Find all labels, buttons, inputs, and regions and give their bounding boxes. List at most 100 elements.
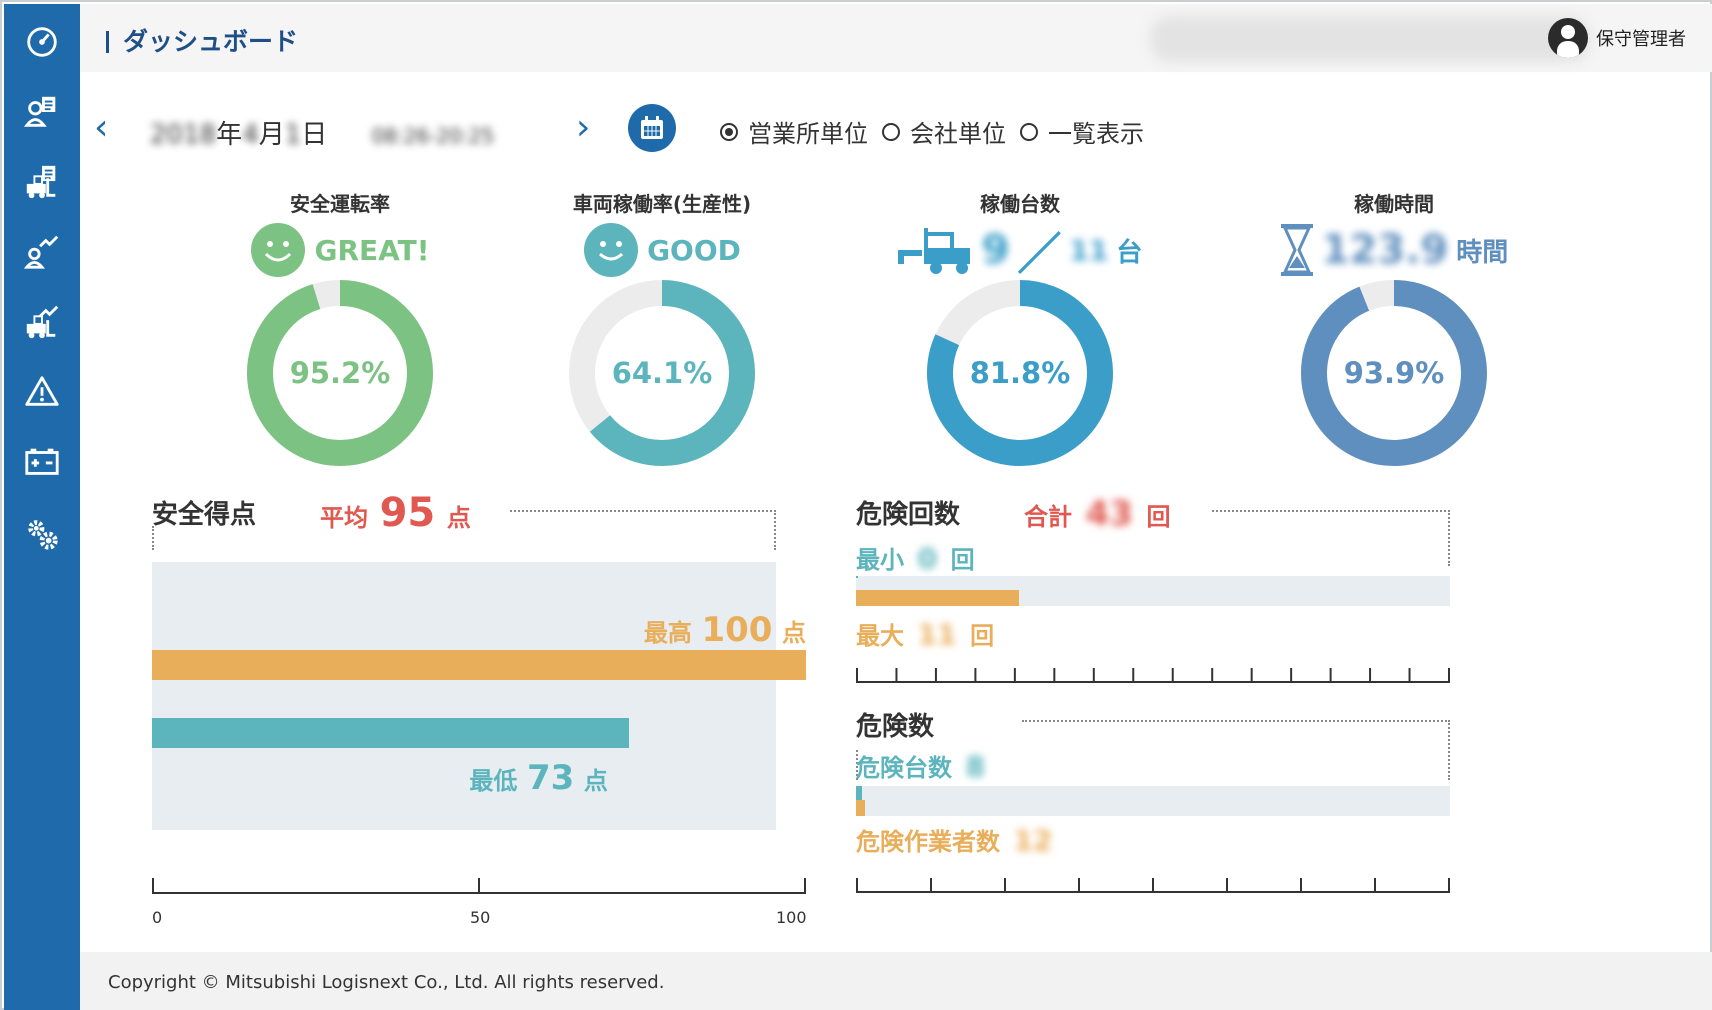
- smile-icon: [584, 223, 639, 277]
- danger-units-label: 危険台数 8: [856, 748, 993, 783]
- sidebar-item-vehicle-report[interactable]: [4, 152, 80, 212]
- warning-icon: [25, 376, 59, 406]
- danger-total-label: 合計: [1024, 503, 1072, 531]
- danger-units-value: 8: [965, 750, 986, 783]
- vehicle-trend-icon: [26, 305, 59, 339]
- donut-units: 81.8%: [925, 278, 1115, 468]
- calendar-button[interactable]: [628, 104, 676, 152]
- radio-list[interactable]: 一覧表示: [1020, 114, 1144, 149]
- calendar-icon: [641, 116, 663, 139]
- kpi-units-unit: 台: [1116, 237, 1143, 268]
- danger-max-unit: 回: [970, 622, 995, 650]
- score-title: 安全得点: [152, 500, 257, 530]
- forklift-icon: [897, 228, 970, 274]
- app-frame: ダッシュボード 保守管理者 ‹ 2018年4月1日 08:26-20:25 › …: [0, 0, 1712, 1010]
- danger-max-value: 11: [917, 618, 957, 651]
- danger-workers-text: 危険作業者数: [856, 828, 1000, 856]
- score-max-bar: [152, 650, 806, 680]
- score-min-text: 最低: [469, 767, 518, 795]
- score-dotted-line-right: [774, 510, 776, 550]
- danger-count-total: 合計 43 回: [1024, 494, 1170, 534]
- sidebar-item-vehicle-trend[interactable]: [4, 292, 80, 352]
- kpi-hours-value: 123.9: [1321, 227, 1449, 273]
- score-max-value: 100: [701, 610, 773, 650]
- score-avg-value: 95: [379, 490, 436, 536]
- kpi-safety-grade: GREAT!: [314, 233, 430, 267]
- score-axis-tick: [152, 878, 154, 894]
- donut-hours-value: 93.9%: [1343, 356, 1445, 390]
- prev-day-button[interactable]: ‹: [94, 110, 108, 146]
- donut-utilization-value: 64.1%: [611, 356, 713, 390]
- kpi-utilization-title: 車両稼働率(生産性): [572, 192, 752, 216]
- donut-hours: 93.9%: [1299, 278, 1489, 468]
- danger-count-track: [856, 576, 1450, 606]
- kpi-units-title: 稼働台数: [980, 192, 1060, 216]
- danger-total-value: 43: [1085, 494, 1133, 534]
- kpi-hours: 稼働時間 123.9 時間 93.9%: [1254, 188, 1534, 466]
- donut-units-value: 81.8%: [969, 356, 1071, 390]
- radio-company[interactable]: 会社単位: [882, 114, 1006, 149]
- score-track: 最高 100 点 最低 73 点: [152, 562, 806, 830]
- danger-min-unit: 回: [950, 546, 975, 574]
- score-axis-label-0: 0: [152, 908, 163, 927]
- vehicle-report-icon: [26, 165, 56, 199]
- sidebar-item-alerts[interactable]: [4, 362, 80, 422]
- battery-icon: [25, 448, 59, 475]
- danger-total-unit: 回: [1146, 503, 1171, 531]
- danger-min-value: 0: [917, 542, 938, 575]
- score-avg-unit: 点: [446, 504, 471, 532]
- danger-workers-label: 危険作業者数 12: [856, 822, 1061, 857]
- score-min-label: 最低 73 点: [469, 758, 607, 798]
- sidebar-item-driver-report[interactable]: [4, 82, 80, 142]
- date-display: 2018年4月1日 08:26-20:25: [150, 114, 494, 151]
- score-avg-label: 平均: [320, 504, 368, 532]
- danger-max-label: 最大 11 回: [856, 616, 994, 651]
- danger-number-axis: [856, 878, 1450, 893]
- driver-trend-icon: [23, 235, 59, 269]
- blurred-header-info: [1150, 16, 1590, 62]
- danger-count-dotted-right: [1448, 510, 1450, 566]
- date-month: 4: [242, 120, 259, 150]
- kpi-safety-title: 安全運転率: [290, 192, 390, 216]
- radio-company-label: 会社単位: [910, 120, 1006, 148]
- danger-min-text: 最小: [856, 546, 904, 574]
- danger-workers-bar: [856, 800, 865, 816]
- radio-office[interactable]: 営業所単位: [720, 114, 868, 149]
- date-bar: ‹ 2018年4月1日 08:26-20:25 › 営業所単位 会社単位 一覧表…: [80, 100, 1180, 160]
- donut-safety-value: 95.2%: [289, 356, 391, 390]
- danger-units-text: 危険台数: [856, 754, 952, 782]
- danger-count-axis: [856, 668, 1450, 683]
- date-day: 1: [284, 120, 302, 150]
- danger-min-label: 最小 0 回: [856, 540, 975, 575]
- score-max-unit: 点: [782, 619, 806, 647]
- sidebar-item-driver-trend[interactable]: [4, 222, 80, 282]
- score-axis-label-100: 100: [776, 908, 807, 927]
- kpi-units-active: 9: [981, 227, 1010, 273]
- danger-number-dotted: [1022, 720, 1450, 722]
- sidebar-item-dashboard[interactable]: [4, 12, 80, 72]
- kpi-safety: 安全運転率 GREAT! 95.2%: [200, 188, 480, 466]
- danger-number-dotted-right: [1448, 720, 1450, 780]
- danger-min-bar: [856, 576, 858, 578]
- danger-number-panel: 危険数 危険台数 8 危険作業者数 12: [856, 702, 1456, 862]
- date-year: 2018: [150, 120, 217, 150]
- danger-number-title: 危険数: [856, 712, 935, 742]
- top-header: ダッシュボード 保守管理者: [80, 4, 1712, 72]
- sidebar-item-settings[interactable]: [4, 504, 80, 564]
- score-dotted-line: [510, 510, 776, 512]
- view-mode-options: 営業所単位 会社単位 一覧表示: [720, 114, 1144, 149]
- danger-units-bar: [856, 786, 862, 800]
- sidebar-item-battery[interactable]: [4, 432, 80, 492]
- score-dotted-line-left: [152, 526, 154, 550]
- safety-score-panel: 安全得点 平均 95 点 最高 100 点 最低 73 点 0 50 100: [152, 490, 812, 930]
- score-axis-tick: [804, 878, 806, 894]
- month-unit: 月: [258, 120, 285, 150]
- kpi-units: 稼働台数 9 ／ 11 台 81.8%: [880, 188, 1160, 466]
- kpi-utilization: 車両稼働率(生産性) GOOD 64.1%: [522, 188, 802, 466]
- user-menu[interactable]: 保守管理者: [1548, 18, 1686, 58]
- kpi-hours-title: 稼働時間: [1354, 192, 1434, 216]
- driver-report-icon: [23, 96, 56, 127]
- donut-utilization: 64.1%: [567, 278, 757, 468]
- next-day-button[interactable]: ›: [576, 110, 590, 146]
- time-range: 08:26-20:25: [371, 124, 495, 148]
